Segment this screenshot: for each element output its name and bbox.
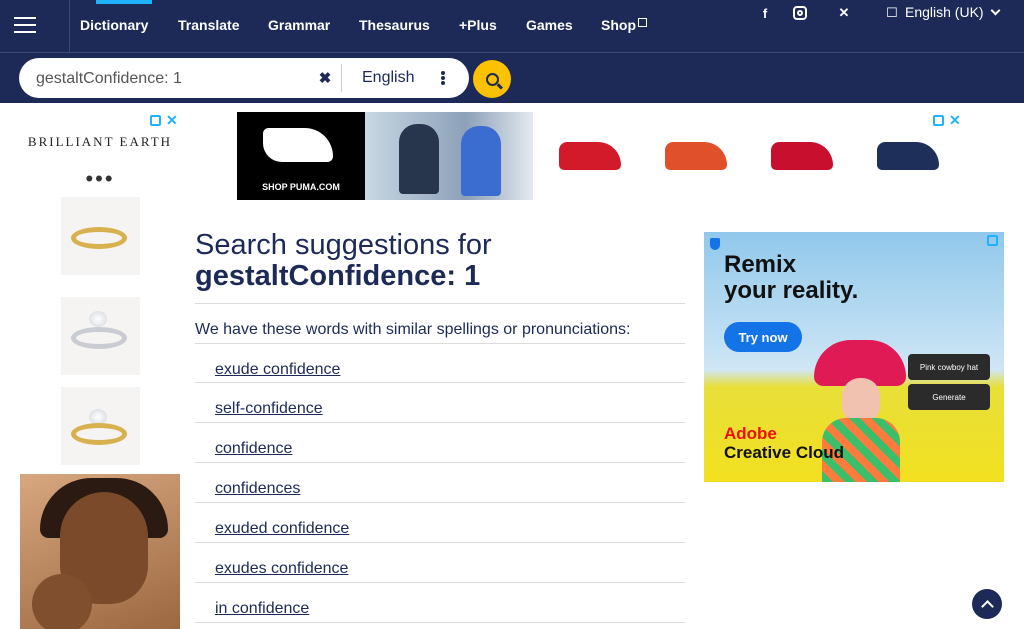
- chevron-up-icon: [980, 599, 994, 613]
- ad-ring-image: [61, 197, 140, 275]
- ad-ring-image: [61, 297, 140, 375]
- list-item: in confidence: [195, 583, 685, 623]
- suggestion-link[interactable]: self-confidence: [215, 400, 323, 418]
- search-button[interactable]: [473, 60, 511, 98]
- ad-brand-line2: Creative Cloud: [724, 443, 844, 462]
- search-term-title: gestaltConfidence: 1: [195, 260, 481, 292]
- top-navigation-bar: Dictionary Translate Grammar Thesaurus +…: [0, 0, 1024, 53]
- ad-left-skyscraper[interactable]: ✕ BRILLIANT EARTH •••: [20, 112, 180, 629]
- adchoices-icon[interactable]: [150, 115, 161, 126]
- adchoices-icon[interactable]: [987, 235, 998, 246]
- ad-brand-text: Adobe Creative Cloud: [724, 424, 844, 462]
- suggestion-link[interactable]: exudes confidence: [215, 560, 348, 578]
- ad-puma-text: SHOP PUMA.COM: [262, 182, 340, 192]
- ad-shoe-image: [559, 142, 621, 170]
- dictionary-selector[interactable]: English: [341, 64, 459, 92]
- nav-games[interactable]: Games: [526, 17, 573, 33]
- list-item: confidences: [195, 463, 685, 503]
- language-label: English (UK): [905, 4, 984, 20]
- list-item: exudes confidence: [195, 543, 685, 583]
- ad-brand-line1: Adobe: [724, 424, 777, 443]
- search-icon: [485, 72, 499, 86]
- instagram-icon[interactable]: [790, 4, 810, 22]
- shield-icon: [710, 238, 720, 250]
- close-ad-icon[interactable]: ✕: [949, 112, 961, 129]
- ad-model-image: [20, 474, 180, 629]
- user-icon[interactable]: ☐: [882, 4, 902, 22]
- nav-plus[interactable]: +Plus: [459, 17, 497, 33]
- clear-search-icon[interactable]: ✖: [316, 69, 334, 87]
- search-box: ✖ English: [19, 58, 469, 98]
- suggestion-list: exude confidence self-confidence confide…: [195, 343, 685, 623]
- close-ad-icon[interactable]: ✕: [166, 112, 178, 129]
- divider: [195, 303, 685, 304]
- ad-try-now-button[interactable]: Try now: [724, 322, 802, 352]
- ad-brand-name: BRILLIANT EARTH: [27, 134, 173, 149]
- ad-prompt-pill: Pink cowboy hat: [908, 354, 990, 380]
- list-item: confidence: [195, 423, 685, 463]
- suggestion-link[interactable]: in confidence: [215, 600, 309, 618]
- list-item: exude confidence: [195, 343, 685, 383]
- search-bar: ✖ English: [0, 53, 1024, 103]
- suggestion-link[interactable]: exuded confidence: [215, 520, 349, 538]
- suggestion-link[interactable]: confidences: [215, 480, 300, 498]
- nav-dictionary[interactable]: Dictionary: [80, 0, 153, 33]
- back-to-top-button[interactable]: [972, 589, 1002, 619]
- language-selector[interactable]: English (UK): [905, 4, 1001, 20]
- dictionary-selector-label: English: [362, 69, 415, 86]
- ad-headline: Remix your reality.: [724, 251, 859, 304]
- search-results: Search suggestions for gestaltConfidence…: [195, 230, 685, 623]
- external-link-icon: [638, 18, 647, 27]
- nav-shop[interactable]: Shop: [601, 17, 647, 33]
- ad-top-banner[interactable]: SHOP PUMA.COM ✕: [237, 112, 964, 202]
- menu-icon[interactable]: [14, 14, 36, 34]
- x-icon[interactable]: ✕: [834, 4, 854, 22]
- suggestion-link[interactable]: confidence: [215, 440, 292, 458]
- list-item: exuded confidence: [195, 503, 685, 543]
- facebook-icon[interactable]: f: [755, 4, 775, 22]
- suggestion-link[interactable]: exude confidence: [215, 361, 340, 379]
- ad-generate-button[interactable]: Generate: [908, 384, 990, 410]
- nav-shop-label: Shop: [601, 17, 636, 33]
- ad-people-image: [365, 112, 533, 200]
- nav-thesaurus[interactable]: Thesaurus: [359, 17, 430, 33]
- nav-grammar[interactable]: Grammar: [268, 17, 330, 33]
- search-input[interactable]: [36, 69, 321, 89]
- ad-ring-image: [61, 387, 140, 465]
- ad-shoe-image: [771, 142, 833, 170]
- chevron-down-icon: [990, 5, 1001, 15]
- ad-right-box[interactable]: Remix your reality. Try now Pink cowboy …: [704, 232, 1004, 482]
- nav-translate[interactable]: Translate: [178, 17, 239, 33]
- divider: [69, 0, 70, 53]
- adchoices-icon[interactable]: [933, 115, 944, 126]
- more-options-icon: [441, 71, 445, 85]
- ad-shoe-image: [665, 142, 727, 170]
- ad-more-dots: •••: [85, 166, 115, 191]
- suggestions-intro: We have these words with similar spellin…: [195, 321, 631, 338]
- page-title: Search suggestions for: [195, 229, 492, 261]
- ad-puma-logo: SHOP PUMA.COM: [237, 112, 365, 200]
- ad-shoe-image: [877, 142, 939, 170]
- list-item: self-confidence: [195, 383, 685, 423]
